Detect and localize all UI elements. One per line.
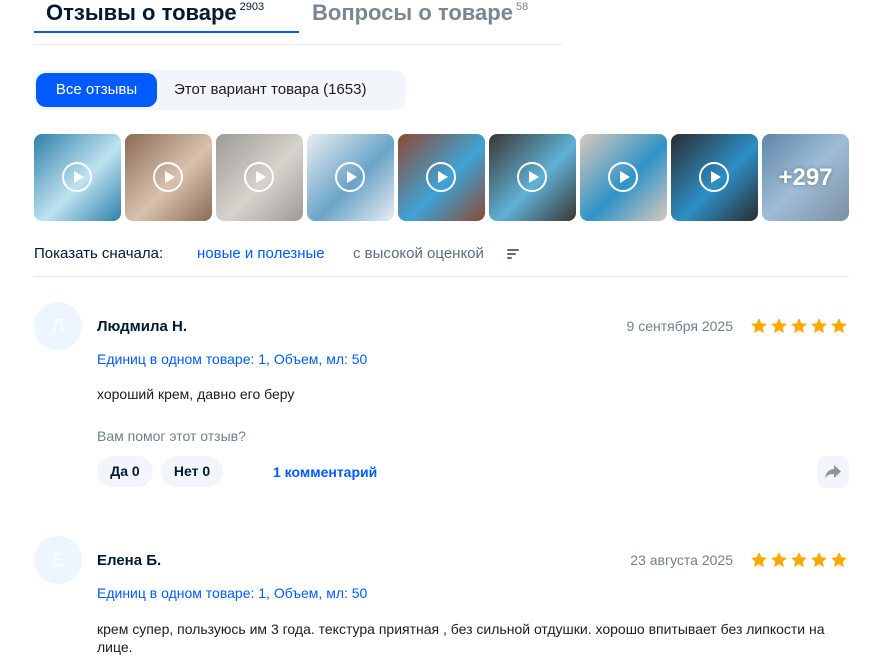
media-thumbnail[interactable]: [307, 134, 394, 221]
sort-divider: [34, 276, 849, 277]
rating-stars: [750, 551, 850, 569]
avatar: Л: [34, 302, 82, 350]
media-thumbnail[interactable]: [125, 134, 212, 221]
sort-option-high-rating[interactable]: с высокой оценкой: [353, 245, 484, 262]
more-media-count: +297: [778, 163, 833, 191]
share-button[interactable]: [817, 456, 849, 488]
sort-label: Показать сначала:: [34, 245, 164, 262]
review-variant-link[interactable]: Единиц в одном товаре: 1, Объем, мл: 50: [97, 585, 367, 601]
tabs-divider: [34, 44, 562, 45]
star-icon: [811, 552, 827, 568]
play-icon: [699, 162, 729, 192]
review-text: хороший крем, давно его беру: [97, 386, 295, 402]
helpful-no-button[interactable]: Нет 0: [161, 456, 223, 487]
play-icon: [335, 162, 365, 192]
star-icon: [791, 318, 807, 334]
review-variant-link[interactable]: Единиц в одном товаре: 1, Объем, мл: 50: [97, 351, 367, 367]
play-icon: [62, 162, 92, 192]
review-text: крем супер, пользуюсь им 3 года. текстур…: [97, 621, 825, 655]
sort-icon[interactable]: [507, 249, 519, 260]
play-icon: [517, 162, 547, 192]
star-icon: [751, 318, 767, 334]
avatar: Е: [34, 536, 82, 584]
play-icon: [153, 162, 183, 192]
tab-questions-label: Вопросы о товаре: [312, 0, 513, 25]
tab-reviews[interactable]: Отзывы о товаре 2903: [46, 0, 264, 26]
star-icon: [791, 552, 807, 568]
filter-all-reviews-button[interactable]: Все отзывы: [36, 73, 157, 107]
star-icon: [831, 552, 847, 568]
review-author[interactable]: Людмила Н.: [97, 318, 187, 335]
share-icon: [825, 465, 841, 479]
media-more-thumbnail[interactable]: +297: [762, 134, 849, 221]
star-icon: [771, 552, 787, 568]
review-date: 9 сентября 2025: [626, 318, 733, 334]
tab-reviews-count: 2903: [239, 1, 265, 13]
star-icon: [811, 318, 827, 334]
review-author[interactable]: Елена Б.: [97, 552, 161, 569]
tab-questions-count: 58: [515, 1, 529, 13]
helpful-question: Вам помог этот отзыв?: [97, 428, 246, 444]
star-icon: [831, 318, 847, 334]
media-thumbnail[interactable]: [216, 134, 303, 221]
review-tabs: Отзывы о товаре 2903 Вопросы о товаре 58: [34, 0, 562, 46]
play-icon: [608, 162, 638, 192]
media-thumbnail[interactable]: [580, 134, 667, 221]
active-tab-indicator: [34, 31, 299, 33]
comments-link[interactable]: 1 комментарий: [273, 464, 377, 480]
media-thumbnail[interactable]: [398, 134, 485, 221]
media-thumbnail[interactable]: [489, 134, 576, 221]
play-icon: [244, 162, 274, 192]
tab-reviews-label: Отзывы о товаре: [46, 0, 237, 25]
star-icon: [751, 552, 767, 568]
media-thumbnail[interactable]: [34, 134, 121, 221]
sort-option-new-useful[interactable]: новые и полезные: [197, 245, 325, 262]
filter-this-variant-button[interactable]: Этот вариант товара (1653): [174, 73, 366, 107]
star-icon: [771, 318, 787, 334]
media-thumbnail[interactable]: [671, 134, 758, 221]
review-date: 23 августа 2025: [630, 552, 733, 568]
tab-questions[interactable]: Вопросы о товаре 58: [312, 0, 528, 26]
play-icon: [426, 162, 456, 192]
helpful-yes-button[interactable]: Да 0: [97, 456, 153, 487]
rating-stars: [750, 317, 850, 335]
review-filter-group: Все отзывы Этот вариант товара (1653): [34, 70, 406, 110]
